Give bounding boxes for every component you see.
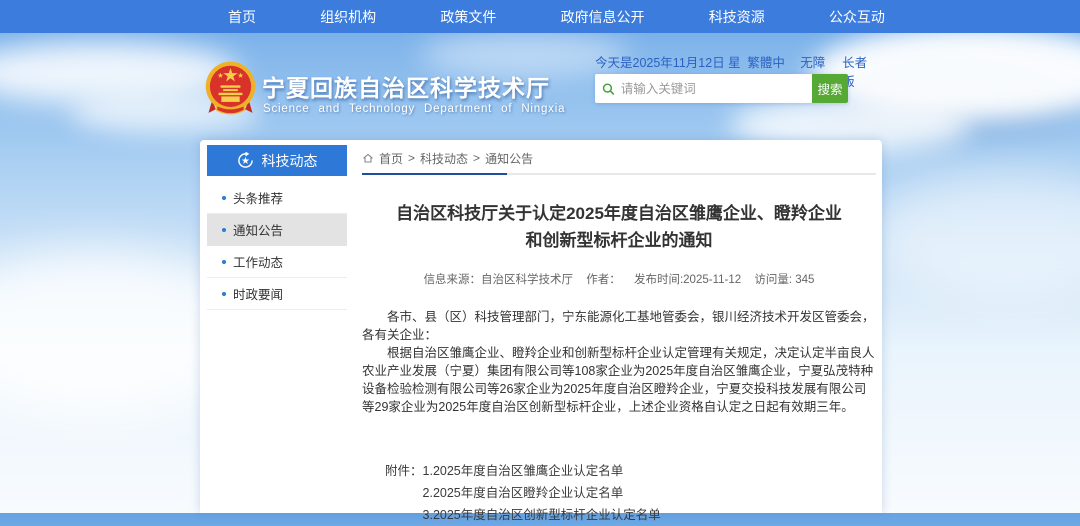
cloud-decoration [870, 170, 1080, 300]
sidebar-item-notices[interactable]: 通知公告 [207, 214, 347, 246]
sidebar-item-current-politics[interactable]: 时政要闻 [207, 278, 347, 310]
search-icon [602, 82, 615, 96]
breadcrumb-home[interactable]: 首页 [379, 150, 403, 167]
bullet-dot-icon [222, 260, 226, 264]
breadcrumb-tech-news[interactable]: 科技动态 [420, 150, 468, 167]
meta-view-count: 访问量: 345 [754, 274, 814, 286]
attachment-link-gazelle-list[interactable]: 2.2025年度自治区瞪羚企业认定名单 [423, 482, 661, 504]
meta-author: 作者： [586, 274, 621, 286]
sidebar-item-work-dynamics[interactable]: 工作动态 [207, 246, 347, 278]
breadcrumb-divider [362, 173, 876, 175]
search-button[interactable]: 搜索 [812, 74, 848, 103]
breadcrumb-separator: > [473, 151, 480, 165]
sidebar-item-label: 工作动态 [233, 252, 283, 271]
bullet-dot-icon [222, 228, 226, 232]
top-navigation-bar: 首页 组织机构 政策文件 政府信息公开 科技资源 公众互动 [0, 0, 1080, 33]
meta-publish-date: 发布时间:2025-11-12 [634, 274, 741, 286]
nav-item-tech-resources[interactable]: 科技资源 [709, 7, 765, 27]
sidebar-item-label: 通知公告 [233, 220, 283, 239]
attachment-link-benchmark-list[interactable]: 3.2025年度自治区创新型标杆企业认定名单 [423, 504, 661, 526]
article-title: 自治区科技厅关于认定2025年度自治区雏鹰企业、瞪羚企业 和创新型标杆企业的通知 [362, 200, 876, 254]
attachments-label: 附件： [385, 460, 423, 526]
content-panel: 科技动态 头条推荐 通知公告 工作动态 时政要闻 [200, 140, 882, 513]
bullet-dot-icon [222, 292, 226, 296]
search-input[interactable] [621, 82, 805, 96]
article-body: 各市、县（区）科技管理部门，宁东能源化工基地管委会，银川经济技术开发区管委会，各… [362, 308, 876, 416]
site-subtitle: Science and Technology Department of Nin… [263, 103, 565, 115]
national-emblem-icon [203, 58, 258, 122]
meta-source: 信息来源：自治区科学技术厅 [424, 274, 574, 286]
article-meta: 信息来源：自治区科学技术厅 作者： 发布时间:2025-11-12 访问量: 3… [362, 271, 876, 287]
sidebar-title: 科技动态 [262, 151, 318, 171]
sidebar-item-headline-recommend[interactable]: 头条推荐 [207, 182, 347, 214]
home-icon [362, 152, 374, 164]
sidebar-menu: 头条推荐 通知公告 工作动态 时政要闻 [207, 176, 347, 310]
nav-item-policy-documents[interactable]: 政策文件 [440, 7, 496, 27]
attachment-link-eagle-list[interactable]: 1.2025年度自治区雏鹰企业认定名单 [423, 460, 661, 482]
attachments-block: 附件： 1.2025年度自治区雏鹰企业认定名单 2.2025年度自治区瞪羚企业认… [385, 460, 876, 526]
sidebar: 科技动态 头条推荐 通知公告 工作动态 时政要闻 [207, 145, 347, 310]
bullet-dot-icon [222, 196, 226, 200]
article-paragraph: 各市、县（区）科技管理部门，宁东能源化工基地管委会，银川经济技术开发区管委会，各… [362, 308, 876, 344]
tech-news-star-icon [237, 152, 254, 169]
breadcrumb: 首页 > 科技动态 > 通知公告 [362, 146, 876, 170]
breadcrumb-separator: > [408, 151, 415, 165]
nav-item-public-interaction[interactable]: 公众互动 [829, 7, 885, 27]
site-logo[interactable] [203, 58, 258, 122]
nav-item-home[interactable]: 首页 [228, 7, 256, 27]
search-bar: 搜索 [595, 74, 848, 103]
article-paragraph: 根据自治区雏鹰企业、瞪羚企业和创新型标杆企业认定管理有关规定，决定认定半亩良人农… [362, 344, 876, 416]
breadcrumb-notices[interactable]: 通知公告 [485, 150, 533, 167]
sidebar-item-label: 时政要闻 [233, 284, 283, 303]
nav-item-gov-info-disclosure[interactable]: 政府信息公开 [561, 7, 645, 27]
sidebar-header: 科技动态 [207, 145, 347, 176]
nav-item-organization[interactable]: 组织机构 [320, 7, 376, 27]
site-title: 宁夏回族自治区科学技术厅 [262, 69, 550, 103]
article-column: 首页 > 科技动态 > 通知公告 自治区科技厅关于认定2025年度自治区雏鹰企业… [362, 146, 876, 526]
sidebar-item-label: 头条推荐 [233, 188, 283, 207]
